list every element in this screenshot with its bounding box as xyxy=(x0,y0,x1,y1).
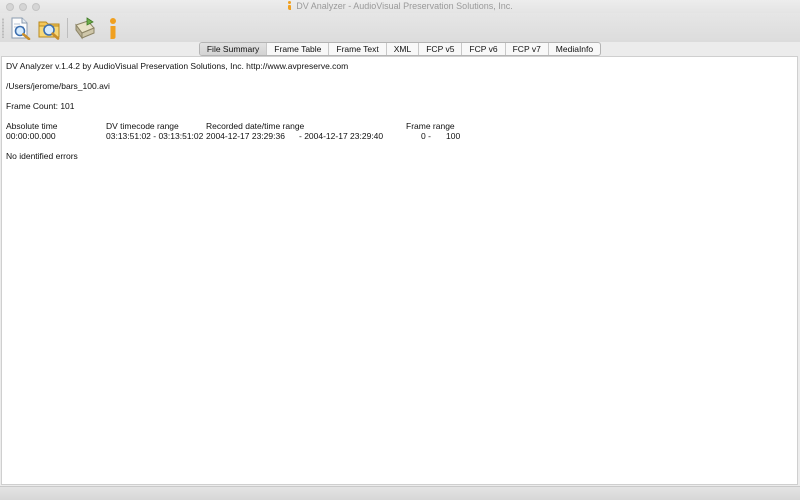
tab-frame-table[interactable]: Frame Table xyxy=(267,43,330,55)
open-file-button[interactable] xyxy=(8,16,32,40)
segmented-tabs: File Summary Frame Table Frame Text XML … xyxy=(198,42,602,56)
title-bar[interactable]: DV Analyzer - AudioVisual Preservation S… xyxy=(0,0,800,13)
app-info-icon xyxy=(287,1,292,10)
frame-start-value: 0 - xyxy=(421,131,431,141)
dv-timecode-range-value: 03:13:51:02 - 03:13:51:02 xyxy=(106,131,204,141)
app-window: DV Analyzer - AudioVisual Preservation S… xyxy=(0,0,800,500)
file-summary-report: DV Analyzer v.1.4.2 by AudioVisual Prese… xyxy=(6,61,786,161)
toolbar-separator xyxy=(67,18,68,38)
recorded-start-value: 2004-12-17 23:29:36 xyxy=(206,131,285,141)
window-title: DV Analyzer - AudioVisual Preservation S… xyxy=(296,1,513,11)
summary-data-row: 00:00:00.000 03:13:51:02 - 03:13:51:02 2… xyxy=(6,131,786,141)
tab-fcp-v7[interactable]: FCP v7 xyxy=(506,43,549,55)
open-file-magnifier-icon xyxy=(11,17,31,40)
tab-fcp-v6[interactable]: FCP v6 xyxy=(462,43,506,55)
tab-frame-text[interactable]: Frame Text xyxy=(329,43,387,55)
column-header-frame-range: Frame range xyxy=(406,121,455,131)
tab-xml[interactable]: XML xyxy=(387,43,420,55)
toolbar-grip[interactable] xyxy=(2,18,4,38)
open-folder-button[interactable] xyxy=(37,16,61,40)
tab-fcp-v5[interactable]: FCP v5 xyxy=(419,43,463,55)
export-button[interactable] xyxy=(73,16,97,40)
window-title-container: DV Analyzer - AudioVisual Preservation S… xyxy=(0,0,800,13)
status-bar xyxy=(0,486,800,500)
frame-count: Frame Count: 101 xyxy=(6,101,75,111)
report-header: DV Analyzer v.1.4.2 by AudioVisual Prese… xyxy=(6,61,349,71)
recorded-end-value: - 2004-12-17 23:29:40 xyxy=(299,131,384,141)
tab-file-summary[interactable]: File Summary xyxy=(199,43,268,55)
export-icon xyxy=(75,17,95,40)
absolute-time-value: 00:00:00.000 xyxy=(6,131,56,141)
about-button[interactable] xyxy=(101,16,125,40)
info-i-icon xyxy=(110,18,116,39)
frame-end-value: 100 xyxy=(446,131,461,141)
toolbar xyxy=(0,13,800,42)
report-text-area[interactable]: DV Analyzer v.1.4.2 by AudioVisual Prese… xyxy=(1,56,798,485)
file-path: /Users/jerome/bars_100.avi xyxy=(6,81,110,91)
summary-column-headers: Absolute time DV timecode range Recorded… xyxy=(6,121,786,131)
errors-status: No identified errors xyxy=(6,151,78,161)
view-tab-bar: File Summary Frame Table Frame Text XML … xyxy=(0,42,800,56)
column-header-absolute-time: Absolute time xyxy=(6,121,58,131)
column-header-dv-timecode-range: DV timecode range xyxy=(106,121,179,131)
column-header-recorded-range: Recorded date/time range xyxy=(206,121,305,131)
open-folder-magnifier-icon xyxy=(38,21,60,40)
tab-mediainfo[interactable]: MediaInfo xyxy=(549,43,600,55)
